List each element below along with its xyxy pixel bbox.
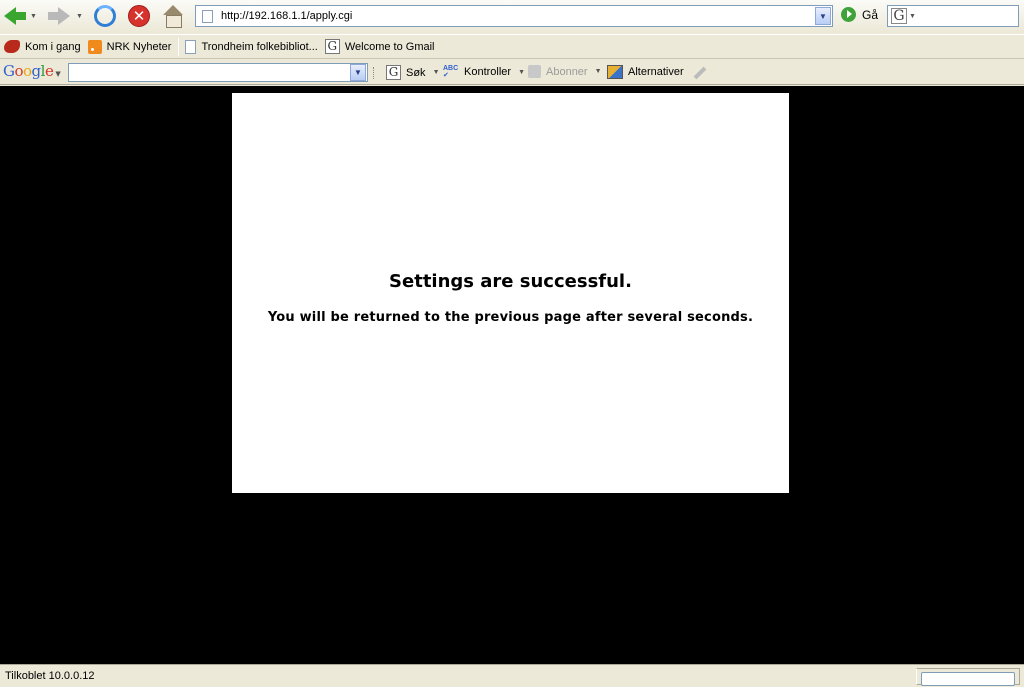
firefox-icon [4,40,20,53]
address-bar[interactable]: http://192.168.1.1/apply.cgi ▼ [195,5,833,27]
home-button[interactable] [162,3,184,29]
spellcheck-button[interactable]: ABC ✔ Kontroller ▼ [443,65,525,79]
google-logo[interactable]: Google ▼ [3,62,61,80]
google-icon: G [386,65,401,80]
go-arrow-icon [841,7,856,22]
bookmark-kom-i-gang[interactable]: Kom i gang [4,40,81,53]
subscribe-button[interactable]: Abonner ▼ [528,65,602,78]
back-button[interactable]: ▼ [4,3,37,29]
google-search-history-dropdown[interactable]: ▼ [350,64,366,81]
chevron-down-icon[interactable]: ▼ [433,69,440,76]
bookmarks-toolbar: Kom i gang NRK Nyheter Trondheim folkebi… [0,34,1024,59]
search-input[interactable]: G ▼ [887,5,1019,27]
page-icon [185,39,197,54]
forward-button[interactable]: ▼ [48,3,83,29]
home-icon [162,5,184,28]
address-url[interactable]: http://192.168.1.1/apply.cgi [221,10,815,22]
highlight-button[interactable] [693,66,707,80]
bookmark-label: Kom i gang [25,40,81,53]
options-button[interactable]: Alternativer [607,65,684,79]
google-search-button[interactable]: G Søk ▼ [386,65,440,80]
pencil-icon [693,66,707,80]
google-icon: G [324,39,340,54]
page-title: Settings are successful. [389,271,632,292]
bookmark-trondheim-folkebibliotek[interactable]: Trondheim folkebibliot... [185,39,318,54]
stop-button[interactable]: ✕ [128,3,150,29]
status-bar: Tilkoblet 10.0.0.12 [0,664,1024,687]
subscribe-label: Abonner [546,65,588,78]
bookmark-welcome-to-gmail[interactable]: G Welcome to Gmail [324,39,435,54]
go-button[interactable]: Gå [841,7,878,22]
page-icon [202,9,213,23]
stop-icon: ✕ [128,5,150,27]
spellcheck-label: Kontroller [464,66,512,78]
chevron-down-icon: ▼ [819,11,827,21]
back-arrow-icon [4,7,26,25]
rss-feed-icon [87,39,102,54]
status-text: Tilkoblet 10.0.0.12 [5,670,95,682]
back-history-dropdown-icon[interactable]: ▼ [30,13,37,20]
google-toolbar: Google ▼ ▼ G Søk ▼ ABC ✔ Kontroller ▼ Abon… [0,60,1024,85]
status-progress-field [921,672,1015,686]
message-panel: Settings are successful. You will be ret… [232,93,789,493]
spellcheck-icon: ABC ✔ [443,65,459,79]
status-progress-panel [916,668,1020,686]
options-label: Alternativer [628,66,684,78]
search-engine-dropdown-icon[interactable]: ▼ [909,13,916,20]
google-search-engine-icon[interactable]: G [891,8,907,24]
reload-icon [94,5,116,27]
redirect-message: You will be returned to the previous pag… [267,310,754,325]
bookmark-separator [178,37,180,56]
bookmark-label: NRK Nyheter [106,40,172,53]
forward-history-dropdown-icon[interactable]: ▼ [76,13,83,20]
page-content: Settings are successful. You will be ret… [0,86,1024,664]
rss-feed-icon [528,65,541,78]
toolbar-grip[interactable] [373,67,375,79]
google-search-input[interactable]: ▼ [68,63,368,82]
forward-arrow-icon [48,7,70,25]
options-icon [607,65,623,79]
bookmark-label: Welcome to Gmail [344,40,435,53]
go-label: Gå [862,7,879,22]
search-label: Søk [406,66,426,79]
chevron-down-icon[interactable]: ▼ [595,68,602,75]
navigation-toolbar: ▼ ▼ ✕ http://192.168.1.1/apply.cgi ▼ Gå … [0,0,1024,32]
address-history-dropdown[interactable]: ▼ [815,7,831,25]
reload-button[interactable] [94,3,116,29]
bookmark-nrk-nyheter[interactable]: NRK Nyheter [87,39,172,54]
chevron-down-icon[interactable]: ▼ [518,69,525,76]
chevron-down-icon: ▼ [354,68,362,77]
bookmark-label: Trondheim folkebibliot... [201,40,318,53]
